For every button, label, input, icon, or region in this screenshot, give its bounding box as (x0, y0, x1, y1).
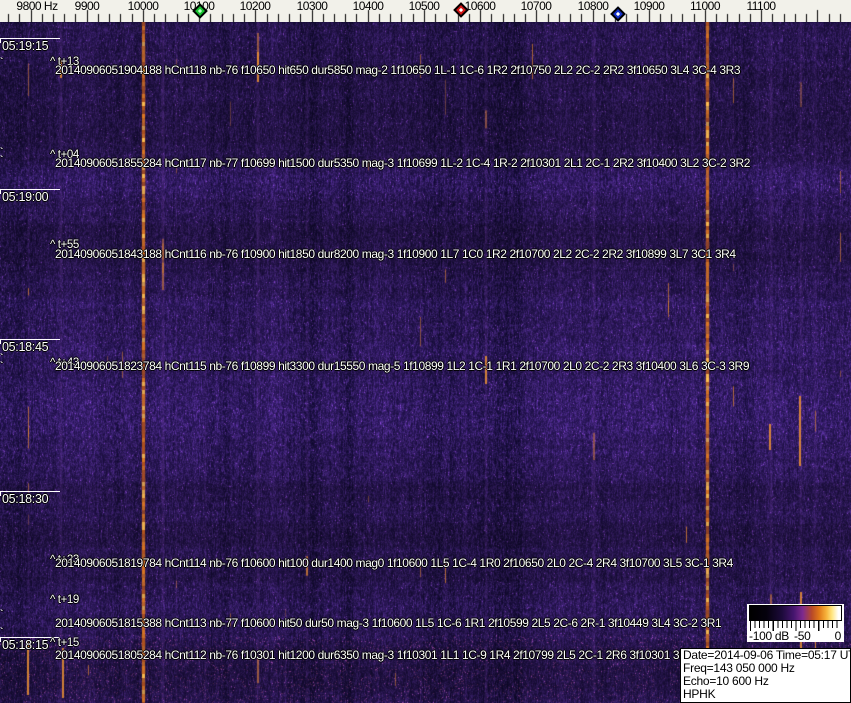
legend-label-mid: -50 (794, 629, 811, 643)
frequency-ruler: 9800 Hz990010000101001020010300104001050… (0, 0, 851, 22)
event-data-line: 20140906051823784 hCnt115 nb-76 f10899 h… (55, 359, 750, 373)
color-scale-legend: -100 dB -50 0 (747, 604, 844, 642)
event-data-line: 20140906051904188 hCnt118 nb-76 f10650 h… (55, 63, 741, 77)
time-tick-label: 05:18:30 (0, 491, 60, 506)
edge-event-tick: ` (0, 627, 4, 638)
edge-event-tick: ` (0, 361, 4, 372)
legend-label-min: -100 dB (749, 629, 789, 643)
color-scale-gradient (749, 605, 842, 621)
green-diamond-marker-center (197, 8, 203, 14)
time-tick-label: 05:19:15 (0, 38, 60, 53)
info-station-id: HPHK (683, 687, 716, 701)
freq-tick-label: 10500 (408, 0, 440, 13)
freq-tick-label: 9800 Hz (16, 0, 58, 13)
blue-diamond-marker-center (615, 11, 621, 17)
freq-tick-label: 10800 (577, 0, 609, 13)
edge-event-tick: ` (0, 609, 4, 620)
legend-label-max: 0 (834, 629, 842, 643)
edge-event-tick: ` (0, 57, 4, 68)
freq-tick-label: 10700 (520, 0, 552, 13)
freq-tick-label: 10200 (239, 0, 271, 13)
event-time-offset-label: ^ t+19 (50, 594, 79, 606)
freq-tick-label: 10000 (127, 0, 159, 13)
edge-event-tick: ` (0, 155, 4, 166)
time-tick-label: 05:18:45 (0, 339, 60, 354)
event-data-line: 20140906051855284 hCnt117 nb-77 f10699 h… (55, 156, 751, 170)
time-tick-label: 05:19:00 (0, 189, 60, 204)
event-data-line: 20140906051819784 hCnt114 nb-76 f10600 h… (55, 556, 733, 570)
event-data-line: 20140906051815388 hCnt113 nb-77 f10600 h… (55, 616, 722, 630)
spectrogram-app-window: 9800 Hz990010000101001020010300104001050… (0, 0, 851, 703)
freq-tick-label: 10400 (352, 0, 384, 13)
freq-tick-label: 11000 (690, 0, 720, 13)
freq-tick-label: 11100 (746, 0, 776, 13)
freq-tick-label: 10300 (296, 0, 328, 13)
freq-tick-label: 10900 (633, 0, 665, 13)
event-data-line: 20140906051843188 hCnt116 nb-76 f10900 h… (55, 247, 736, 261)
red-diamond-marker-center (458, 7, 464, 13)
freq-tick-label: 9900 (74, 0, 100, 13)
event-data-line: 20140906051805284 hCnt112 nb-76 f10301 h… (55, 648, 701, 662)
status-info-box: Date=2014-09-06 Time=05:17 UTC Freq=143 … (680, 648, 851, 703)
freq-tick-label: 10600 (464, 0, 496, 13)
